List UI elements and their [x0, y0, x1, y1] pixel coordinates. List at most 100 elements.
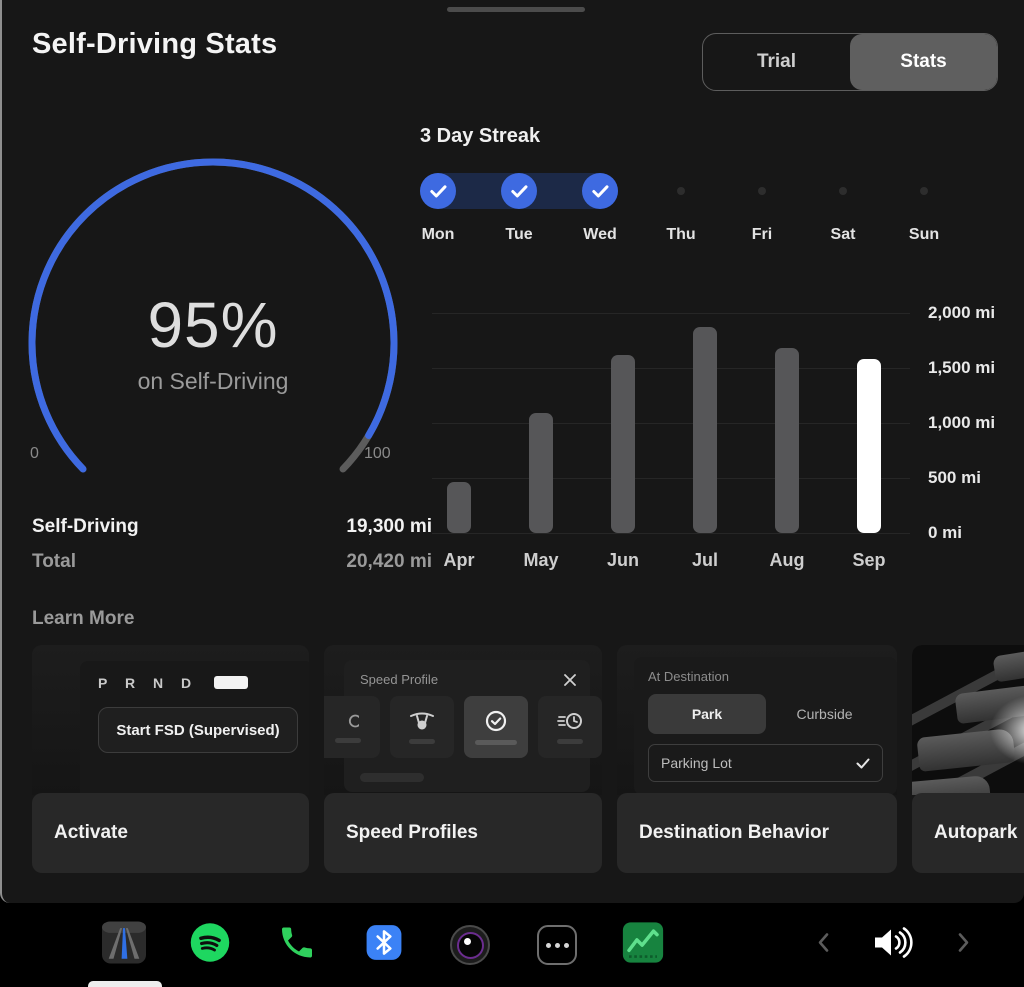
day-checked-wed — [582, 173, 618, 209]
x-axis-label-apr: Apr — [444, 550, 475, 571]
x-axis-label-jun: Jun — [607, 550, 639, 571]
speed-profile-tiles — [324, 696, 602, 758]
app-dock — [0, 903, 1024, 987]
learn-more-title: Learn More — [32, 608, 134, 630]
gridline — [432, 313, 910, 314]
day-label-sat: Sat — [831, 226, 856, 244]
day-label-mon: Mon — [422, 226, 455, 244]
segment-curbside: Curbside — [766, 706, 883, 722]
gauge-caption: on Self-Driving — [138, 368, 289, 395]
gauge-value: 95% — [147, 288, 278, 362]
stat-label: Total — [32, 551, 76, 573]
card-activate[interactable]: P R N D Start FSD (Supervised) Activate — [32, 645, 309, 873]
stat-label: Self-Driving — [32, 516, 139, 538]
self-driving-gauge: 95% on Self-Driving 0 100 — [2, 120, 422, 500]
day-checked-mon — [420, 173, 456, 209]
bluetooth-icon[interactable] — [365, 924, 403, 967]
parking-lot-row: Parking Lot — [648, 744, 883, 782]
day-label-tue: Tue — [505, 226, 532, 244]
stocks-icon[interactable] — [622, 922, 664, 969]
check-circle-icon — [484, 709, 508, 733]
stat-row-total: Total 20,420 mi — [32, 551, 432, 573]
profile-tile-standard-selected — [464, 696, 528, 758]
profile-tile-clipped-left — [324, 696, 380, 758]
card-autopark[interactable]: Autopark — [912, 645, 1024, 873]
stat-value: 19,300 mi — [346, 516, 432, 538]
monthly-miles-chart: 2,000 mi1,500 mi1,000 mi500 mi0 miAprMay… — [432, 300, 1007, 580]
autopark-image — [912, 645, 1024, 795]
view-toggle[interactable]: TrialStats — [702, 33, 998, 91]
self-driving-stats-panel: Self-Driving Stats TrialStats 3 Day Stre… — [0, 0, 1024, 903]
check-icon — [856, 758, 870, 769]
camera-icon[interactable] — [450, 925, 490, 965]
card-speed-profiles-preview: Speed Profile — [324, 645, 602, 795]
gauge-min-label: 0 — [30, 445, 39, 463]
check-icon — [430, 185, 447, 198]
volume-icon[interactable] — [871, 925, 915, 966]
card-destination-label: Destination Behavior — [617, 793, 897, 873]
card-activate-label: Activate — [32, 793, 309, 873]
gridline — [432, 533, 910, 534]
card-speed-profiles-label: Speed Profiles — [324, 793, 602, 873]
x-axis-label-jul: Jul — [692, 550, 718, 571]
streak-title: 3 Day Streak — [420, 125, 540, 148]
next-track-icon[interactable] — [955, 932, 971, 959]
drag-handle[interactable] — [447, 7, 585, 12]
y-axis-tick: 500 mi — [928, 468, 1008, 488]
day-label-fri: Fri — [752, 226, 772, 244]
y-axis-tick: 0 mi — [928, 523, 1008, 543]
day-dot-fri — [758, 187, 766, 195]
gridline — [432, 423, 910, 424]
page-title: Self-Driving Stats — [32, 28, 277, 61]
autopilot-icon[interactable] — [101, 921, 147, 970]
card-autopark-preview — [912, 645, 1024, 795]
toggle-option-trial[interactable]: Trial — [703, 34, 850, 90]
previous-track-icon[interactable] — [816, 932, 832, 959]
stat-value: 20,420 mi — [346, 551, 432, 573]
day-dot-thu — [677, 187, 685, 195]
at-destination-label: At Destination — [648, 669, 883, 684]
parking-lot-value: Parking Lot — [661, 755, 732, 771]
y-axis-tick: 1,000 mi — [928, 413, 1008, 433]
day-checked-tue — [501, 173, 537, 209]
phone-icon[interactable] — [277, 923, 317, 968]
chart-plot-area — [432, 313, 910, 533]
profile-tile-hurry — [538, 696, 602, 758]
segment-park: Park — [648, 694, 766, 734]
bar-may — [529, 413, 553, 533]
card-activate-preview: P R N D Start FSD (Supervised) — [32, 645, 309, 795]
speed-profile-mini-panel: Speed Profile — [344, 660, 590, 792]
bar-aug — [775, 348, 799, 533]
speed-profile-title: Speed Profile — [360, 672, 438, 687]
card-destination-preview: At Destination Park Curbside Parking Lot… — [617, 645, 897, 795]
bar-sep — [857, 359, 881, 533]
sloth-icon — [409, 710, 435, 732]
x-axis-label-may: May — [523, 550, 558, 571]
more-apps-icon[interactable] — [537, 925, 577, 965]
x-axis-label-aug: Aug — [770, 550, 805, 571]
tesla-screen: Self-Driving Stats TrialStats 3 Day Stre… — [0, 0, 1024, 987]
y-axis-tick: 1,500 mi — [928, 358, 1008, 378]
activate-mini-panel: P R N D Start FSD (Supervised) — [80, 661, 309, 795]
mileage-stats: Self-Driving 19,300 mi Total 20,420 mi — [32, 516, 432, 586]
day-label-sun: Sun — [909, 226, 939, 244]
close-icon — [564, 674, 576, 686]
card-destination-behavior[interactable]: At Destination Park Curbside Parking Lot… — [617, 645, 897, 873]
gridline — [432, 368, 910, 369]
bar-jul — [693, 327, 717, 533]
destination-mini-panel: At Destination Park Curbside Parking Lot… — [634, 657, 897, 795]
day-label-wed: Wed — [583, 226, 616, 244]
day-label-thu: Thu — [666, 226, 695, 244]
toggle-option-stats[interactable]: Stats — [850, 34, 997, 90]
streak-tracker: Mon Tue Wed Thu Fri Sat Sun — [420, 170, 980, 255]
peek-window-handle[interactable] — [88, 981, 162, 987]
gridline — [432, 478, 910, 479]
headlight-glow — [990, 695, 1024, 765]
gear-indicator: P R N D — [98, 675, 198, 691]
fast-clock-icon — [557, 710, 583, 732]
speed-offset-slider — [360, 773, 424, 782]
card-speed-profiles[interactable]: Speed Profile — [324, 645, 602, 873]
battery-icon — [214, 676, 248, 689]
spotify-icon[interactable] — [189, 922, 231, 969]
bar-apr — [447, 482, 471, 533]
